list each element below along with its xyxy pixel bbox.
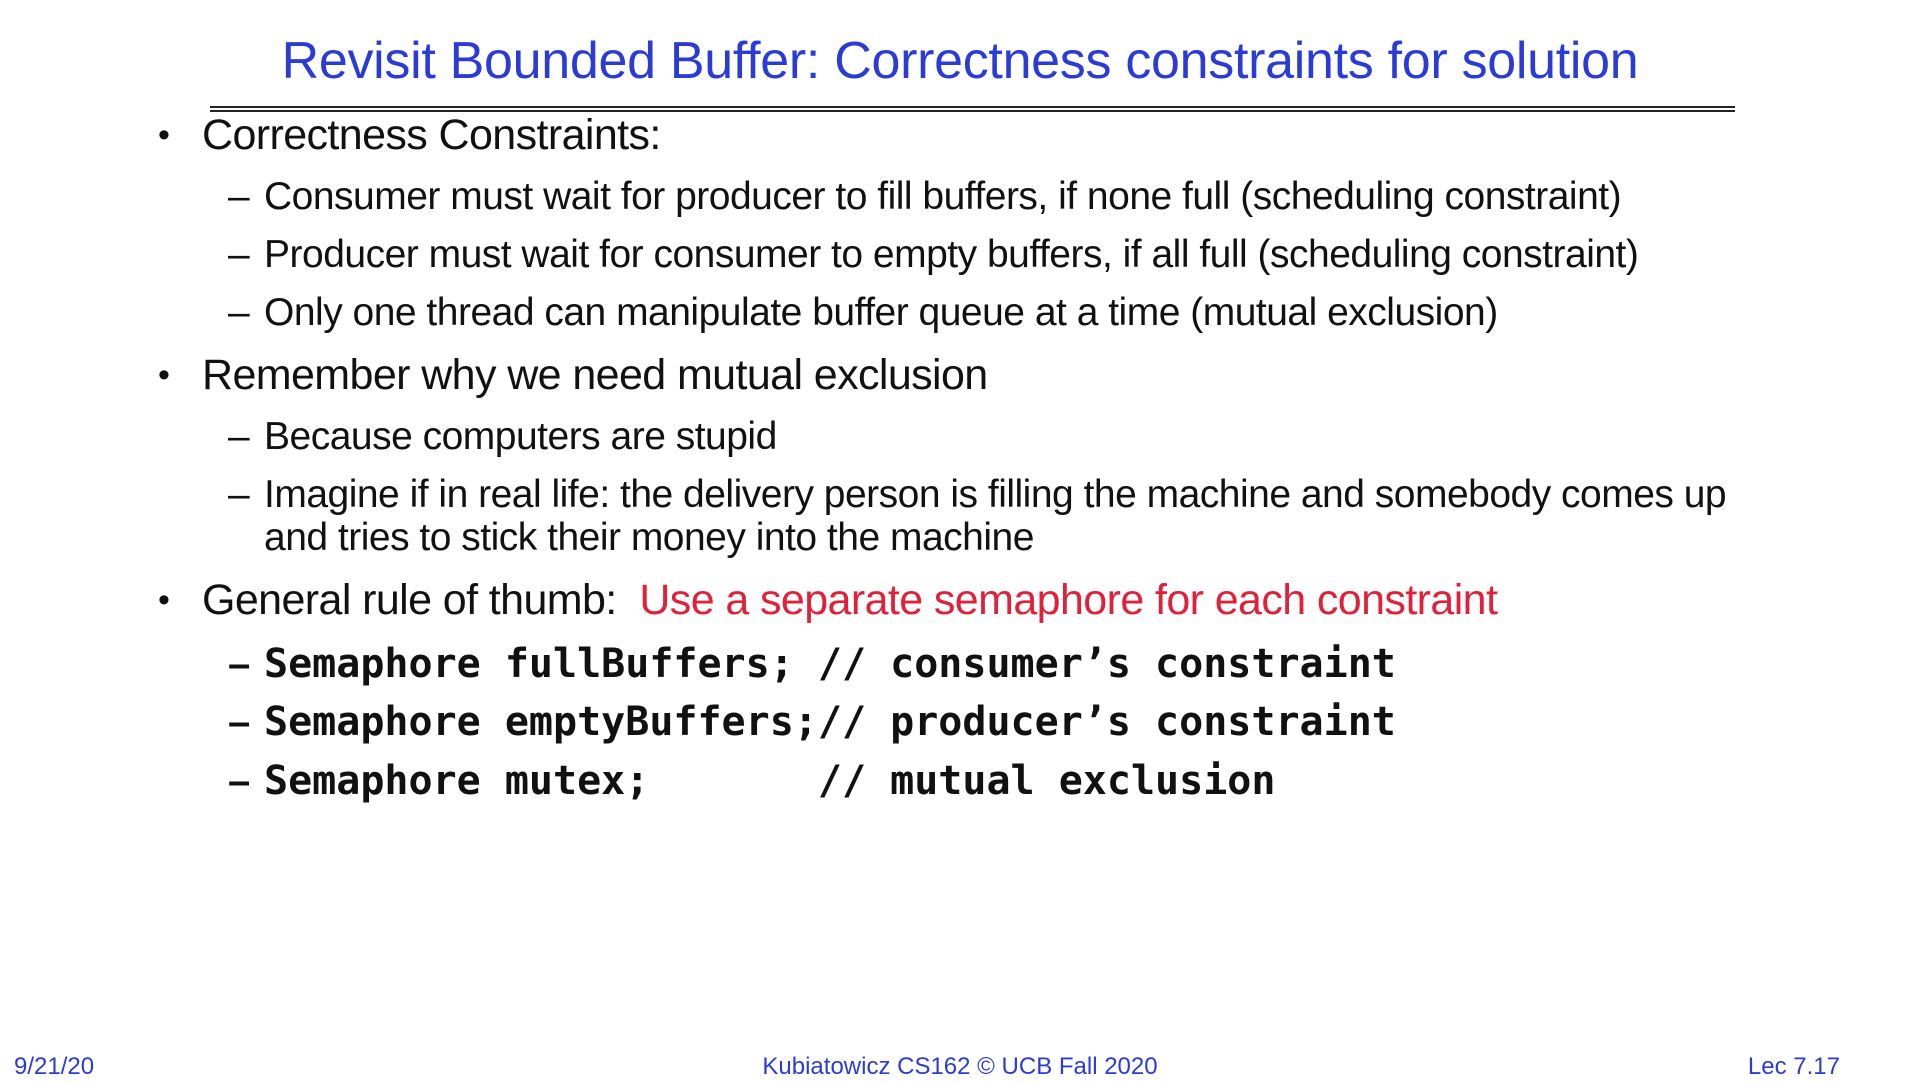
bullet-text: Correctness Constraints: (202, 111, 661, 159)
sub-item: – Producer must wait for consumer to empt… (228, 233, 1639, 277)
dash-marker: – (228, 291, 250, 334)
code-text: Semaphore fullBuffers; // consumer’s con… (264, 641, 1396, 687)
code-line: – Semaphore mutex; // mutual exclusion (228, 757, 1275, 805)
bullet-mutual-exclusion: • Remember why we need mutual exclusion (158, 350, 988, 400)
dash-marker: – (228, 473, 250, 516)
sub-item-text: Because computers are stupid (264, 415, 777, 458)
dash-marker: – (228, 642, 251, 686)
code-text: Semaphore mutex; // mutual exclusion (264, 758, 1276, 804)
dash-marker: – (228, 700, 251, 744)
bullet-rule-of-thumb: • General rule of thumb: Use a separate s… (158, 575, 1498, 625)
dash-marker: – (228, 233, 250, 276)
sub-item-text: Consumer must wait for producer to fill … (264, 175, 1622, 218)
bullet-text: Remember why we need mutual exclusion (202, 351, 988, 399)
code-line: – Semaphore emptyBuffers;// producer’s co… (228, 698, 1396, 746)
code-text: Semaphore emptyBuffers;// producer’s con… (264, 699, 1396, 745)
bullet-dot: • (158, 356, 170, 394)
dash-marker: – (228, 175, 250, 218)
sub-item: – Because computers are stupid (228, 415, 777, 459)
bullet-correctness-constraints: • Correctness Constraints: (158, 110, 661, 160)
sub-item-continuation: and tries to stick their money into the … (228, 516, 1034, 560)
footer-course: Kubiatowicz CS162 © UCB Fall 2020 (762, 1053, 1158, 1080)
sub-item-wrapped: – Imagine if in real life: the delivery p… (228, 473, 1727, 517)
bullet-dot: • (158, 581, 170, 619)
dash-marker: – (228, 415, 250, 458)
sub-item: – Consumer must wait for producer to fill… (228, 175, 1622, 219)
sub-item-text: Imagine if in real life: the delivery pe… (264, 473, 1727, 516)
bullet-dot: • (158, 116, 170, 154)
rule-highlight: Use a separate semaphore for each constr… (639, 576, 1498, 624)
code-line: – Semaphore fullBuffers; // consumer’s co… (228, 640, 1396, 688)
sub-item-text: Producer must wait for consumer to empty… (264, 233, 1639, 276)
footer-lecture-number: Lec 7.17 (1747, 1053, 1840, 1080)
sub-item: – Only one thread can manipulate buffer q… (228, 291, 1498, 335)
slide-title: Revisit Bounded Buffer: Correctness cons… (281, 32, 1639, 90)
bullet-text: General rule of thumb: (202, 576, 617, 624)
sub-item-text: Only one thread can manipulate buffer qu… (264, 291, 1498, 334)
sub-item-text: and tries to stick their money into the … (264, 516, 1034, 559)
dash-marker: – (228, 759, 251, 803)
